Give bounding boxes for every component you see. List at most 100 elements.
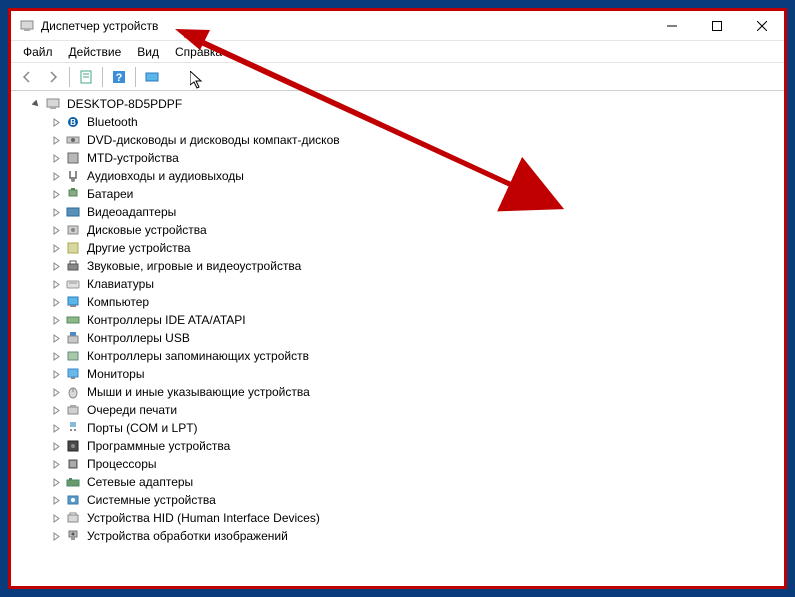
svg-text:?: ? <box>116 72 123 84</box>
category-label: Видеоадаптеры <box>85 205 178 219</box>
expander-icon[interactable] <box>49 493 63 507</box>
category-label: Аудиовходы и аудиовыходы <box>85 169 246 183</box>
tree-category-node[interactable]: Дисковые устройства <box>49 221 784 239</box>
category-icon <box>65 456 81 472</box>
tree-category-node[interactable]: Аудиовходы и аудиовыходы <box>49 167 784 185</box>
root-label: DESKTOP-8D5PDPF <box>65 97 184 111</box>
expander-icon[interactable] <box>49 421 63 435</box>
toolbar-forward-button[interactable] <box>41 65 65 89</box>
tree-category-node[interactable]: Сетевые адаптеры <box>49 473 784 491</box>
tree-category-node[interactable]: Контроллеры IDE ATA/ATAPI <box>49 311 784 329</box>
category-label: Программные устройства <box>85 439 232 453</box>
category-label: Системные устройства <box>85 493 218 507</box>
device-tree[interactable]: DESKTOP-8D5PDPF BBluetoothDVD-дисководы … <box>11 91 784 586</box>
category-label: Очереди печати <box>85 403 179 417</box>
expander-icon[interactable] <box>49 169 63 183</box>
category-label: Контроллеры запоминающих устройств <box>85 349 311 363</box>
category-icon <box>65 528 81 544</box>
toolbar-separator <box>135 67 136 87</box>
expander-icon[interactable] <box>49 115 63 129</box>
expander-icon[interactable] <box>49 385 63 399</box>
expander-icon[interactable] <box>29 97 43 111</box>
tree-category-node[interactable]: Контроллеры USB <box>49 329 784 347</box>
minimize-button[interactable] <box>649 11 694 41</box>
category-icon <box>65 150 81 166</box>
category-label: Устройства HID (Human Interface Devices) <box>85 511 322 525</box>
tree-category-node[interactable]: Батареи <box>49 185 784 203</box>
category-label: Процессоры <box>85 457 159 471</box>
tree-root-node[interactable]: DESKTOP-8D5PDPF <box>29 95 784 113</box>
category-icon <box>65 348 81 364</box>
expander-icon[interactable] <box>49 475 63 489</box>
tree-category-node[interactable]: BBluetooth <box>49 113 784 131</box>
expander-icon[interactable] <box>49 511 63 525</box>
device-manager-window: Диспетчер устройств Файл Действие Вид Сп… <box>11 11 784 586</box>
expander-icon[interactable] <box>49 205 63 219</box>
tree-category-node[interactable]: Клавиатуры <box>49 275 784 293</box>
svg-text:B: B <box>70 118 76 127</box>
category-icon <box>65 204 81 220</box>
menu-view[interactable]: Вид <box>129 43 167 61</box>
tree-category-node[interactable]: DVD-дисководы и дисководы компакт-дисков <box>49 131 784 149</box>
tree-category-node[interactable]: Устройства HID (Human Interface Devices) <box>49 509 784 527</box>
menu-action[interactable]: Действие <box>61 43 130 61</box>
toolbar-properties-button[interactable] <box>74 65 98 89</box>
expander-icon[interactable] <box>49 151 63 165</box>
tree-category-node[interactable]: Видеоадаптеры <box>49 203 784 221</box>
category-label: Компьютер <box>85 295 151 309</box>
expander-icon[interactable] <box>49 259 63 273</box>
tree-category-node[interactable]: Другие устройства <box>49 239 784 257</box>
expander-icon[interactable] <box>49 349 63 363</box>
category-icon <box>65 258 81 274</box>
tree-category-node[interactable]: Мониторы <box>49 365 784 383</box>
toolbar-back-button[interactable] <box>15 65 39 89</box>
expander-icon[interactable] <box>49 241 63 255</box>
expander-icon[interactable] <box>49 133 63 147</box>
category-icon <box>65 132 81 148</box>
expander-icon[interactable] <box>49 187 63 201</box>
tree-category-node[interactable]: Мыши и иные указывающие устройства <box>49 383 784 401</box>
tree-category-node[interactable]: Процессоры <box>49 455 784 473</box>
toolbar-scan-button[interactable] <box>140 65 164 89</box>
expander-icon[interactable] <box>49 439 63 453</box>
category-icon <box>65 492 81 508</box>
expander-icon[interactable] <box>49 277 63 291</box>
menu-help[interactable]: Справка <box>167 43 230 61</box>
category-icon <box>65 402 81 418</box>
category-icon <box>65 276 81 292</box>
category-icon <box>65 474 81 490</box>
menu-file[interactable]: Файл <box>15 43 61 61</box>
tree-category-node[interactable]: Системные устройства <box>49 491 784 509</box>
category-label: Мыши и иные указывающие устройства <box>85 385 312 399</box>
expander-icon[interactable] <box>49 295 63 309</box>
category-label: Сетевые адаптеры <box>85 475 195 489</box>
toolbar-separator <box>69 67 70 87</box>
expander-icon[interactable] <box>49 529 63 543</box>
category-label: Батареи <box>85 187 135 201</box>
category-label: Порты (COM и LPT) <box>85 421 200 435</box>
expander-icon[interactable] <box>49 223 63 237</box>
close-button[interactable] <box>739 11 784 41</box>
tree-category-node[interactable]: Компьютер <box>49 293 784 311</box>
expander-icon[interactable] <box>49 403 63 417</box>
toolbar-help-button[interactable]: ? <box>107 65 131 89</box>
tree-category-node[interactable]: Звуковые, игровые и видеоустройства <box>49 257 784 275</box>
category-icon <box>65 384 81 400</box>
category-label: MTD-устройства <box>85 151 181 165</box>
expander-icon[interactable] <box>49 313 63 327</box>
category-icon <box>65 366 81 382</box>
category-icon <box>65 294 81 310</box>
category-label: Контроллеры USB <box>85 331 192 345</box>
tree-category-node[interactable]: MTD-устройства <box>49 149 784 167</box>
expander-icon[interactable] <box>49 457 63 471</box>
tree-category-node[interactable]: Устройства обработки изображений <box>49 527 784 545</box>
expander-icon[interactable] <box>49 367 63 381</box>
tree-category-node[interactable]: Контроллеры запоминающих устройств <box>49 347 784 365</box>
tree-category-node[interactable]: Порты (COM и LPT) <box>49 419 784 437</box>
tree-category-node[interactable]: Очереди печати <box>49 401 784 419</box>
category-label: Устройства обработки изображений <box>85 529 290 543</box>
expander-icon[interactable] <box>49 331 63 345</box>
tree-category-node[interactable]: Программные устройства <box>49 437 784 455</box>
maximize-button[interactable] <box>694 11 739 41</box>
toolbar-separator <box>102 67 103 87</box>
